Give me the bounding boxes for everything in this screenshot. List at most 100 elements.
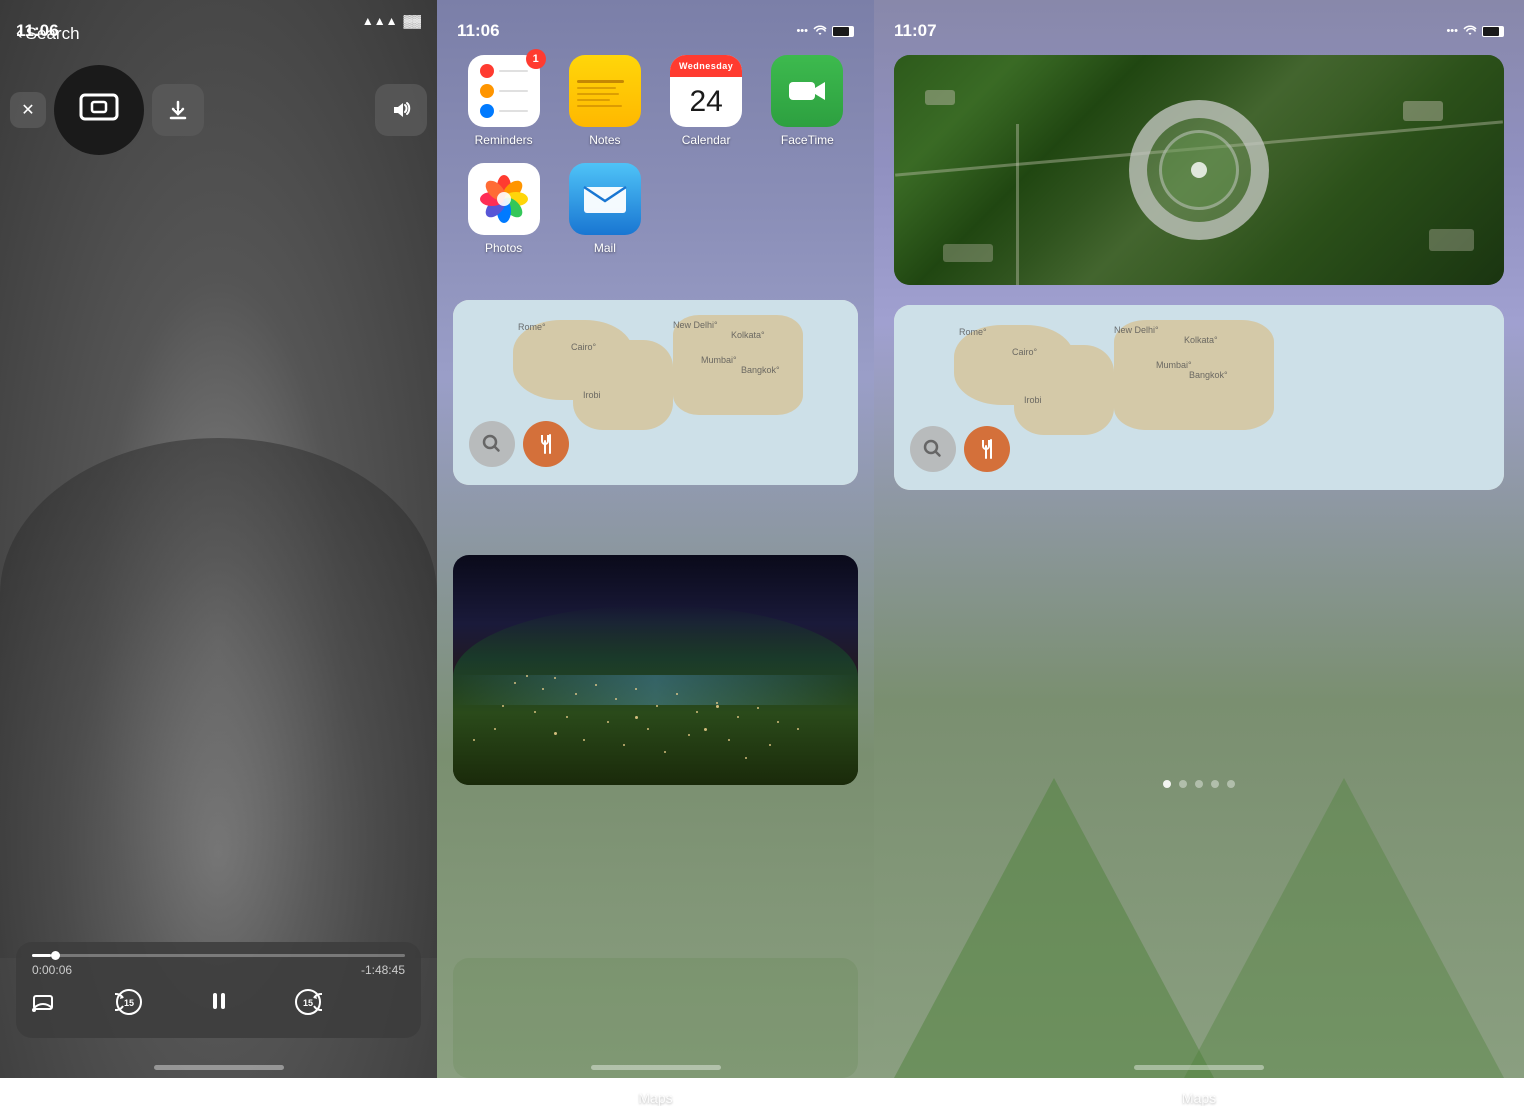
ring-center-dot bbox=[1191, 162, 1207, 178]
africa-land bbox=[573, 340, 673, 430]
download-button[interactable] bbox=[152, 84, 204, 136]
building-2 bbox=[1403, 101, 1443, 121]
home-indicator-3 bbox=[1134, 1065, 1264, 1070]
photos-icon bbox=[468, 163, 540, 235]
pause-icon bbox=[205, 987, 233, 1015]
map-search-button[interactable] bbox=[469, 421, 515, 467]
calendar-day: Wednesday bbox=[679, 61, 733, 71]
airplay-icon bbox=[78, 92, 120, 128]
search-label: Search bbox=[26, 24, 80, 44]
app-item-calendar[interactable]: Wednesday 24 Calendar bbox=[660, 55, 753, 147]
panel3-status-icons: ••• bbox=[1446, 25, 1504, 37]
svg-text:15: 15 bbox=[124, 998, 134, 1008]
earth-illustration bbox=[0, 438, 437, 958]
time-row: 0:00:06 -1:48:45 bbox=[32, 963, 405, 977]
rewind-button[interactable]: 15 bbox=[115, 988, 143, 1022]
cast-button[interactable] bbox=[32, 991, 54, 1019]
map3-food-button[interactable] bbox=[964, 426, 1010, 472]
volume-icon bbox=[390, 99, 412, 121]
building-4 bbox=[1429, 229, 1474, 251]
map-food-button[interactable] bbox=[523, 421, 569, 467]
progress-track[interactable] bbox=[32, 954, 405, 957]
panel3-dots-icon: ••• bbox=[1446, 25, 1458, 37]
chevron-icon: ‹ bbox=[16, 22, 23, 45]
player-bar: 0:00:06 -1:48:45 15 bbox=[16, 942, 421, 1038]
app-grid: 1 Reminders Notes Wednesday bbox=[457, 55, 854, 255]
newdelhi-label: New Delhi° bbox=[673, 320, 718, 330]
ring-building bbox=[1129, 100, 1269, 240]
search-map-icon bbox=[481, 433, 503, 455]
reminders-label: Reminders bbox=[475, 133, 533, 147]
app-item-facetime[interactable]: FaceTime bbox=[761, 55, 854, 147]
page-dot-2[interactable] bbox=[1179, 780, 1187, 788]
download-icon bbox=[167, 99, 189, 121]
newdelhi-label3: New Delhi° bbox=[1114, 325, 1159, 335]
wifi-icon bbox=[812, 25, 828, 37]
facetime-camera-icon bbox=[787, 76, 827, 106]
bottom-widget-area bbox=[453, 958, 858, 1078]
earth-widget[interactable] bbox=[453, 555, 858, 785]
africa-land3 bbox=[1014, 345, 1114, 435]
maps-widget[interactable]: Rome° Cairo° New Delhi° Kolkata° Mumbai°… bbox=[453, 300, 858, 485]
dot-line-orange bbox=[499, 90, 528, 92]
maps-widget3[interactable]: Rome° Cairo° New Delhi° Kolkata° Mumbai°… bbox=[894, 305, 1504, 490]
rome-label: Rome° bbox=[518, 322, 546, 332]
panel3-status-bar: 11:07 ••• bbox=[874, 0, 1524, 50]
reminder-dot-red bbox=[480, 64, 528, 78]
app-item-mail[interactable]: Mail bbox=[558, 163, 651, 255]
calendar-label: Calendar bbox=[682, 133, 731, 147]
page-dot-5[interactable] bbox=[1227, 780, 1235, 788]
reminder-dot-orange bbox=[480, 84, 528, 98]
page-dot-1[interactable] bbox=[1163, 780, 1171, 788]
panel1-status-icons: ▲▲▲ ▓▓ bbox=[362, 14, 421, 28]
close-button[interactable]: ✕ bbox=[10, 92, 46, 128]
airplay-button[interactable] bbox=[54, 65, 144, 155]
page-dot-4[interactable] bbox=[1211, 780, 1219, 788]
aerial-widget[interactable] bbox=[894, 55, 1504, 285]
food-icon bbox=[535, 433, 557, 455]
map-buttons bbox=[469, 421, 569, 467]
rewind-icon: 15 bbox=[115, 988, 143, 1016]
player-controls: 15 15 bbox=[32, 987, 405, 1022]
map3-search-button[interactable] bbox=[910, 426, 956, 472]
reminders-icon: 1 bbox=[468, 55, 540, 127]
home-indicator-2 bbox=[591, 1065, 721, 1070]
wifi-icon: ▲▲▲ bbox=[362, 14, 398, 28]
green-triangle-right bbox=[1184, 778, 1504, 1078]
app-item-photos[interactable]: Photos bbox=[457, 163, 550, 255]
building-1 bbox=[925, 90, 955, 105]
battery-icon bbox=[832, 26, 854, 37]
building-3 bbox=[943, 244, 993, 262]
food3-icon bbox=[976, 438, 998, 460]
panel1-video-player: 11:06 ‹ Search ▲▲▲ ▓▓ ✕ bbox=[0, 0, 437, 1078]
page-dot-3[interactable] bbox=[1195, 780, 1203, 788]
reminder-dot-blue bbox=[480, 104, 528, 118]
search-back[interactable]: ‹ Search bbox=[16, 22, 80, 45]
bangkok-label3: Bangkok° bbox=[1189, 370, 1228, 380]
city-dots-layer bbox=[453, 555, 858, 785]
panel3-battery-icon bbox=[1482, 26, 1504, 37]
progress-fill bbox=[32, 954, 51, 957]
mail-label: Mail bbox=[594, 241, 616, 255]
dot-blue bbox=[480, 104, 494, 118]
page-dots bbox=[874, 780, 1524, 788]
panel3-home-screen: 11:07 ••• bbox=[874, 0, 1524, 1078]
pause-button[interactable] bbox=[205, 987, 233, 1022]
svg-text:15: 15 bbox=[303, 998, 313, 1008]
panel1-status-bar: 11:06 ‹ Search ▲▲▲ ▓▓ bbox=[0, 0, 437, 50]
panel3-time: 11:07 bbox=[894, 21, 937, 41]
app-item-notes[interactable]: Notes bbox=[558, 55, 651, 147]
notes-icon bbox=[569, 55, 641, 127]
app-item-reminders[interactable]: 1 Reminders bbox=[457, 55, 550, 147]
forward-icon: 15 bbox=[294, 988, 322, 1016]
volume-button[interactable] bbox=[375, 84, 427, 136]
dot-red bbox=[480, 64, 494, 78]
panel2-home-screen: 11:06 ••• bbox=[437, 0, 874, 1078]
calendar-date: 24 bbox=[689, 85, 722, 119]
bangkok-label: Bangkok° bbox=[741, 365, 780, 375]
earth-background bbox=[453, 555, 858, 785]
kolkata-label: Kolkata° bbox=[731, 330, 765, 340]
dots-icon: ••• bbox=[796, 25, 808, 37]
time-remaining: -1:48:45 bbox=[361, 963, 405, 977]
forward-button[interactable]: 15 bbox=[294, 988, 322, 1022]
